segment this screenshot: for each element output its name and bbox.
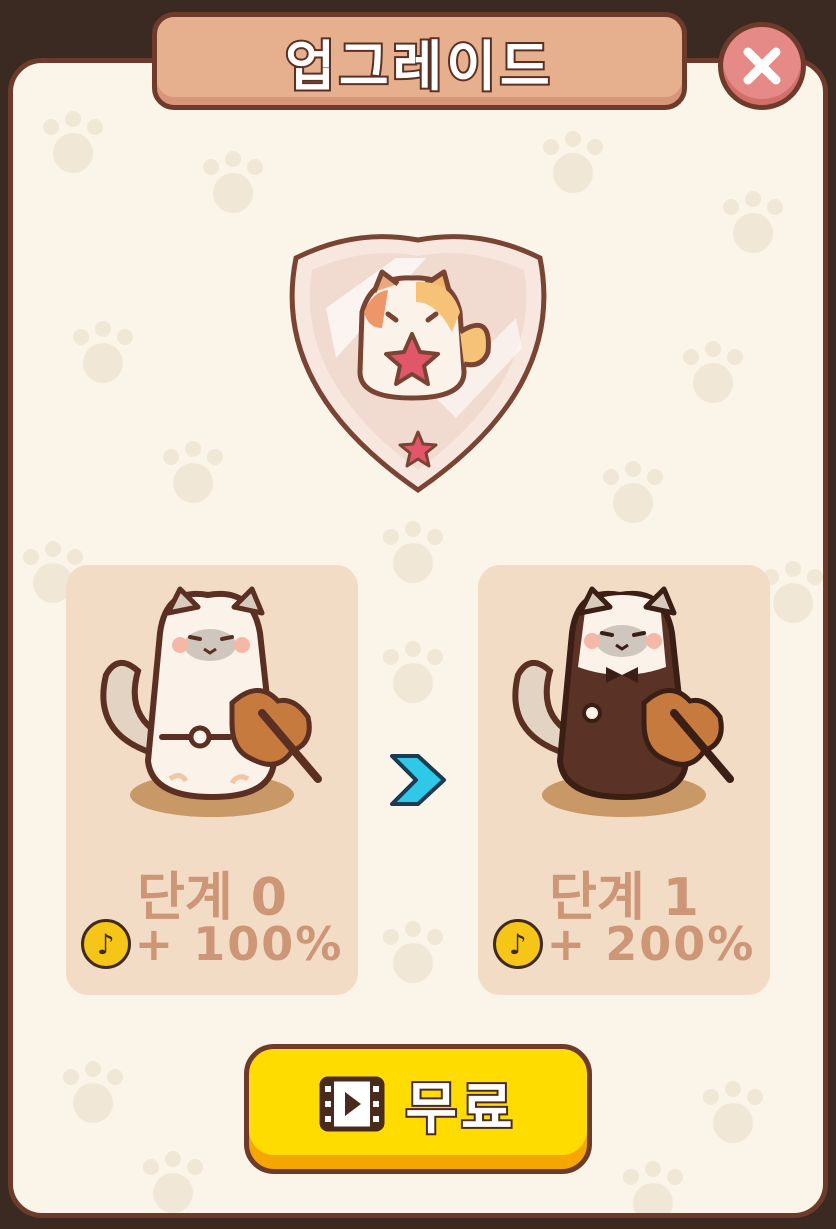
singing-cat-shield-icon — [289, 234, 547, 494]
next-bonus-row: ♪ + 200% — [478, 917, 770, 971]
chevron-right-icon — [390, 754, 446, 806]
close-icon — [743, 47, 781, 85]
free-upgrade-button[interactable]: 무료 — [244, 1044, 592, 1174]
music-note-coin-icon: ♪ — [80, 919, 131, 969]
current-bonus-text: + 100% — [134, 917, 344, 971]
close-button[interactable] — [718, 22, 806, 110]
violin-cat-icon — [100, 586, 322, 817]
next-level-card: 단계 1 ♪ + 200% — [478, 565, 770, 995]
music-note-coin-icon: ♪ — [492, 919, 543, 969]
dialog-title: 업그레이드 — [283, 33, 554, 100]
video-film-icon — [319, 1076, 385, 1132]
free-button-label: 무료 — [403, 1075, 517, 1144]
current-level-card: 단계 0 ♪ + 100% — [66, 565, 358, 995]
dialog-title-plate: 업그레이드 — [152, 12, 687, 110]
current-bonus-row: ♪ + 100% — [66, 917, 358, 971]
next-bonus-text: + 200% — [546, 917, 756, 971]
violin-cat-tuxedo-icon — [512, 586, 734, 817]
